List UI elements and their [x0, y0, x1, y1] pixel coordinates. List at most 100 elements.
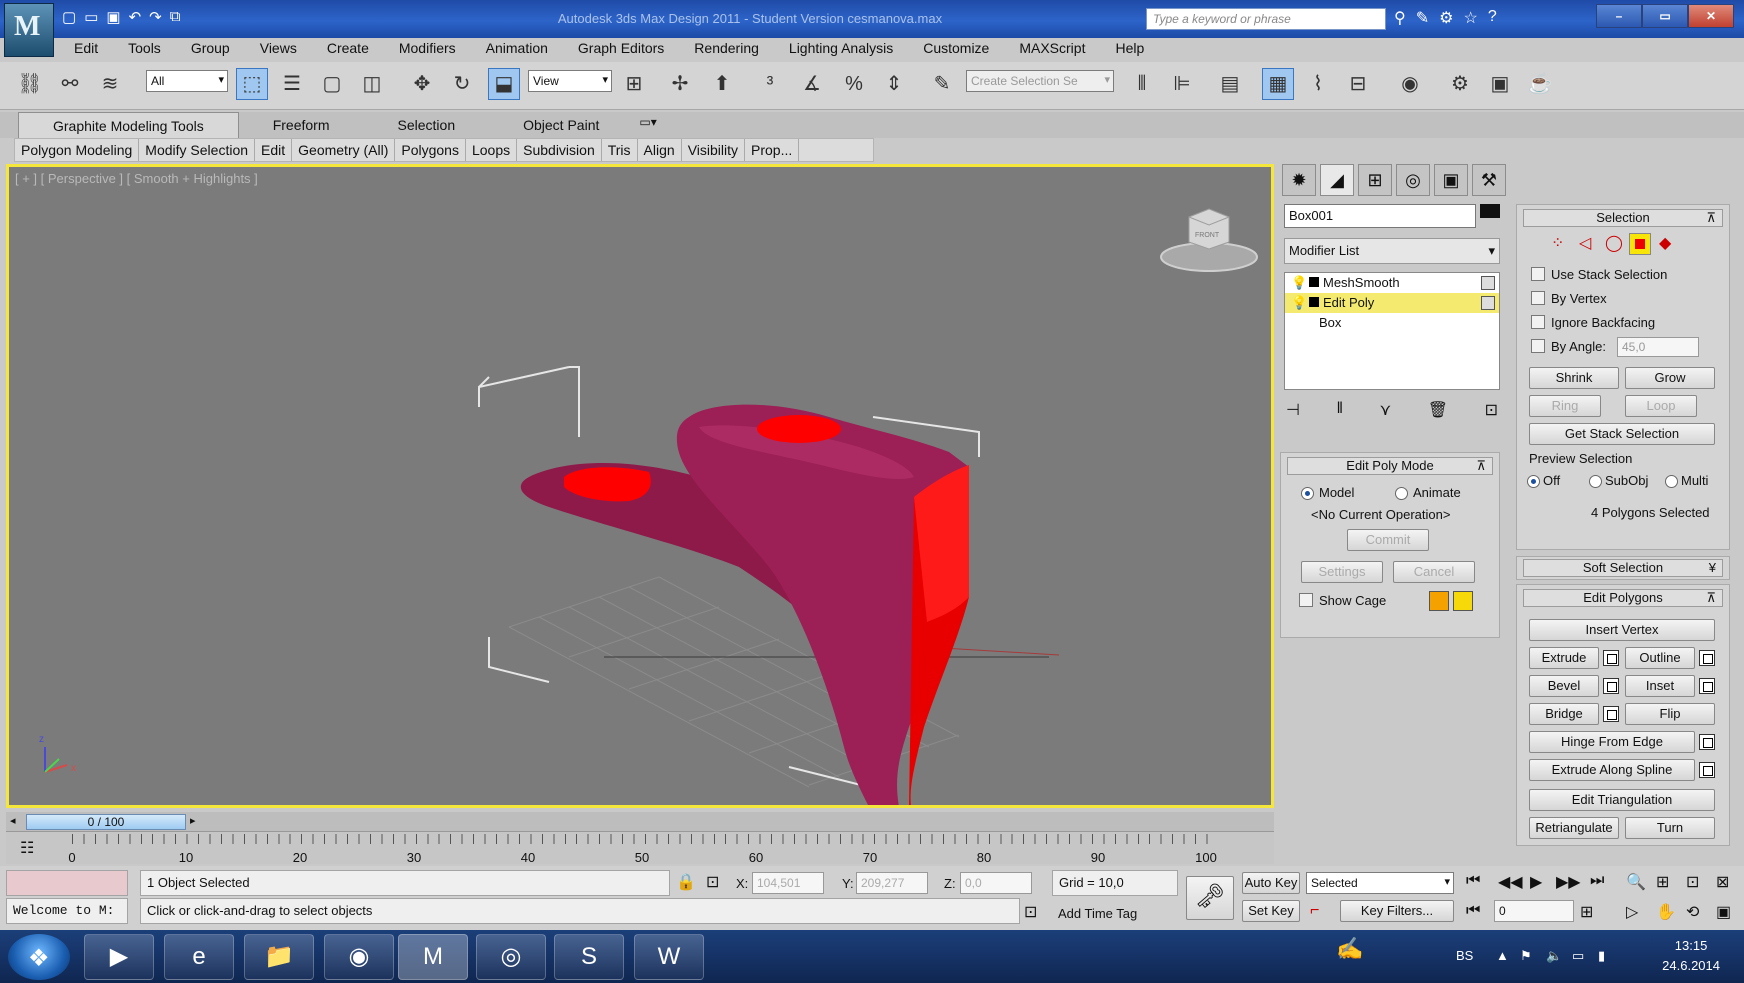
motion-tab-icon[interactable]: ◎	[1396, 164, 1430, 196]
go-to-end-icon[interactable]: ⏭	[1590, 872, 1604, 890]
key-filters-button[interactable]: Key Filters...	[1340, 900, 1454, 922]
menu-edit[interactable]: Edit	[56, 38, 110, 60]
menu-rendering[interactable]: Rendering	[676, 38, 771, 60]
maximize-viewport-icon[interactable]: ▣	[1716, 902, 1731, 922]
outline-button[interactable]: Outline	[1625, 647, 1695, 669]
border-subobject-icon[interactable]: ◯	[1605, 233, 1623, 253]
menu-help[interactable]: Help	[1097, 38, 1156, 60]
lock-selection-icon[interactable]: 🔒	[676, 872, 696, 892]
selection-filter-dropdown[interactable]: All	[146, 70, 228, 92]
time-slider[interactable]: 0 / 100	[26, 814, 186, 830]
material-editor-icon[interactable]: ◉	[1394, 68, 1426, 100]
panel-tris[interactable]: Tris	[602, 139, 638, 161]
modify-tab-icon[interactable]: ◢	[1320, 164, 1354, 196]
expand-icon[interactable]	[1309, 277, 1319, 287]
next-frame-icon[interactable]: ▶▶	[1556, 872, 1581, 892]
object-color-swatch[interactable]	[1480, 204, 1500, 218]
stack-item-edit-poly[interactable]: 💡 Edit Poly	[1285, 293, 1499, 313]
select-and-link-icon[interactable]: ⛓	[14, 68, 46, 100]
edge-subobject-icon[interactable]: ◁	[1579, 233, 1591, 253]
menu-modifiers[interactable]: Modifiers	[381, 38, 468, 60]
time-slider-track[interactable]: ◂ 0 / 100 ▸	[6, 812, 1274, 832]
start-button[interactable]: ❖	[8, 934, 70, 980]
inset-button[interactable]: Inset	[1625, 675, 1695, 697]
help-icon[interactable]: ?	[1488, 8, 1497, 28]
show-end-result-icon[interactable]	[1481, 276, 1495, 290]
select-and-scale-icon[interactable]: ⬓	[488, 68, 520, 100]
select-by-name-icon[interactable]: ☰	[276, 68, 308, 100]
ignore-backfacing-checkbox[interactable]	[1531, 315, 1545, 329]
project-folder-icon[interactable]: ⧉	[170, 8, 181, 26]
create-tab-icon[interactable]: ✹	[1282, 164, 1316, 196]
default-in-out-tangent-icon[interactable]: ⌐	[1310, 902, 1319, 920]
by-angle-spinner[interactable]: 45,0	[1617, 337, 1699, 357]
extrude-settings-icon[interactable]	[1603, 650, 1619, 666]
extrude-button[interactable]: Extrude	[1529, 647, 1599, 669]
edit-named-selection-icon[interactable]: ✎	[926, 68, 958, 100]
edit-poly-mode-title[interactable]: Edit Poly Mode ⊼	[1287, 457, 1493, 475]
panel-properties[interactable]: Prop...	[745, 139, 800, 161]
keyboard-shortcut-override-icon[interactable]: ⬆	[706, 68, 738, 100]
add-time-tag-button[interactable]: Add Time Tag	[1058, 906, 1137, 921]
tab-freeform[interactable]: Freeform	[239, 112, 364, 138]
play-icon[interactable]: ▶	[1530, 872, 1542, 892]
lightbulb-icon[interactable]: 💡	[1291, 295, 1309, 311]
favorites-star-icon[interactable]: ☆	[1463, 8, 1477, 28]
hinge-settings-icon[interactable]	[1699, 734, 1715, 750]
settings-button[interactable]: Settings	[1301, 561, 1383, 583]
subscription-icon[interactable]: ✎	[1416, 8, 1429, 28]
app-menu-button[interactable]: M	[4, 3, 54, 57]
animate-radio[interactable]	[1395, 487, 1408, 500]
key-mode-toggle-icon[interactable]: ⏮	[1466, 902, 1480, 920]
new-file-icon[interactable]: ▢	[62, 8, 76, 26]
unlink-icon[interactable]: ⚯	[54, 68, 86, 100]
extrude-spline-settings-icon[interactable]	[1699, 762, 1715, 778]
object-name-field[interactable]: Box001	[1284, 204, 1476, 228]
use-stack-selection-checkbox[interactable]	[1531, 267, 1545, 281]
zoom-all-icon[interactable]: ⊞	[1656, 872, 1669, 892]
menu-tools[interactable]: Tools	[110, 38, 173, 60]
network-icon[interactable]: ▭	[1572, 948, 1584, 964]
show-end-result-icon[interactable]: ǁ	[1336, 400, 1343, 420]
menu-create[interactable]: Create	[309, 38, 381, 60]
modifier-list-dropdown[interactable]: Modifier List	[1284, 238, 1500, 264]
cage-color-1-swatch[interactable]	[1429, 591, 1449, 611]
file-explorer-icon[interactable]: 📁	[244, 934, 314, 980]
panel-edit[interactable]: Edit	[255, 139, 293, 161]
named-selection-dropdown[interactable]: Create Selection Se	[966, 70, 1114, 92]
set-key-button[interactable]: Set Key	[1242, 900, 1300, 922]
commit-button[interactable]: Commit	[1347, 529, 1429, 551]
menu-group[interactable]: Group	[173, 38, 242, 60]
tab-object-paint[interactable]: Object Paint	[489, 112, 633, 138]
pan-view-icon[interactable]: ✋	[1656, 902, 1676, 922]
bridge-settings-icon[interactable]	[1603, 706, 1619, 722]
save-icon[interactable]: ▣	[106, 8, 120, 26]
search-input[interactable]: Type a keyword or phrase	[1146, 8, 1386, 30]
word-icon[interactable]: W	[634, 934, 704, 980]
3ds-max-taskbar-icon[interactable]: M	[398, 934, 468, 980]
go-to-start-icon[interactable]: ⏮	[1466, 872, 1480, 890]
absolute-relative-transform-icon[interactable]: ⊡	[706, 872, 719, 892]
menu-animation[interactable]: Animation	[468, 38, 560, 60]
panel-polygons[interactable]: Polygons	[395, 139, 466, 161]
cancel-button[interactable]: Cancel	[1393, 561, 1475, 583]
ring-button[interactable]: Ring	[1529, 395, 1601, 417]
panel-modify-selection[interactable]: Modify Selection	[139, 139, 256, 161]
auto-key-button[interactable]: Auto Key	[1242, 872, 1300, 894]
time-tag-icon[interactable]: ⊡	[1024, 902, 1037, 922]
tab-graphite-modeling-tools[interactable]: Graphite Modeling Tools	[18, 112, 239, 138]
stack-item-meshsmooth[interactable]: 💡 MeshSmooth	[1285, 273, 1499, 293]
previous-frame-icon[interactable]: ◀◀	[1498, 872, 1523, 892]
edit-polygons-title[interactable]: Edit Polygons ⊼	[1523, 589, 1723, 607]
current-frame-field[interactable]: 0	[1494, 900, 1574, 922]
mirror-icon[interactable]: ⫴	[1126, 68, 1158, 100]
grow-button[interactable]: Grow	[1625, 367, 1715, 389]
skype-icon[interactable]: S	[554, 934, 624, 980]
curve-editor-icon[interactable]: ⌇	[1302, 68, 1334, 100]
chrome-icon[interactable]: ◎	[476, 934, 546, 980]
viewcube[interactable]: FRONT	[1160, 208, 1258, 272]
expand-icon[interactable]	[1309, 297, 1319, 307]
internet-explorer-icon[interactable]: e	[164, 934, 234, 980]
action-center-icon[interactable]: ⚑	[1520, 948, 1532, 964]
display-tab-icon[interactable]: ▣	[1434, 164, 1468, 196]
